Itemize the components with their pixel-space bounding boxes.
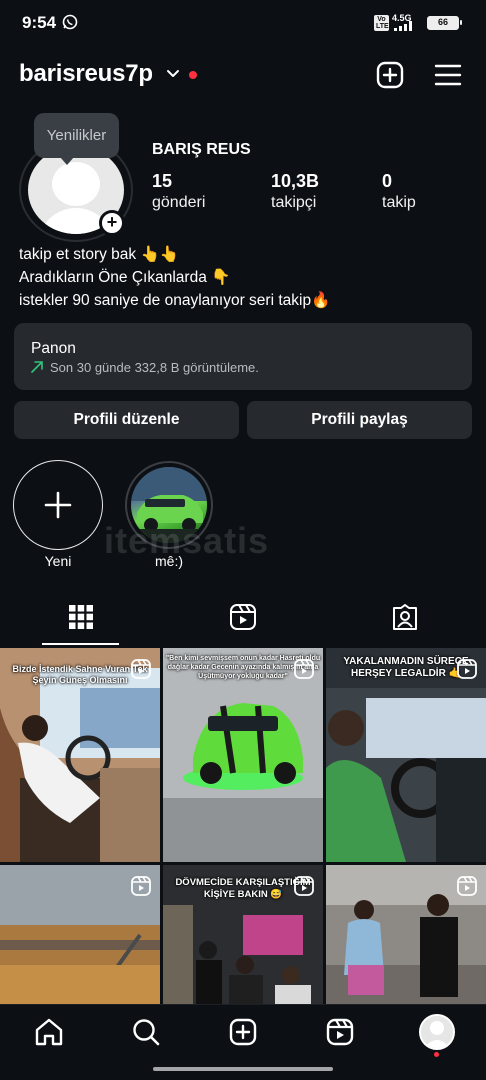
display-name: BARIŞ REUS: [152, 141, 251, 158]
whatsapp-icon: [62, 14, 78, 30]
following-count[interactable]: 0: [382, 171, 392, 192]
watermark: itemsatis: [104, 520, 270, 561]
following-label[interactable]: takip: [382, 194, 416, 212]
post-thumbnail[interactable]: DÖVMECİDE KARŞILAŞTIĞIM KİŞİYE BAKIN 😅: [163, 865, 323, 1005]
status-time: 9:54: [22, 13, 57, 32]
profile-username[interactable]: barisreus7p: [19, 60, 153, 88]
home-icon[interactable]: [34, 1017, 64, 1047]
share-profile-button[interactable]: Profili paylaş: [247, 401, 472, 439]
profile-avatar[interactable]: [419, 1014, 455, 1050]
plus-icon: [44, 491, 72, 519]
search-icon[interactable]: [131, 1017, 161, 1047]
notification-dot: [189, 71, 197, 79]
notification-dot: [434, 1052, 439, 1057]
create-icon[interactable]: [228, 1017, 258, 1047]
signal-icon: [394, 21, 412, 31]
grid-icon[interactable]: [67, 603, 95, 631]
trend-up-arrow-icon: [31, 361, 43, 373]
add-story-icon[interactable]: +: [99, 210, 125, 236]
bio-line: takip et story bak 👆👆: [19, 246, 180, 263]
reels-icon[interactable]: [229, 603, 257, 631]
home-indicator: [153, 1067, 333, 1071]
reel-badge-icon: [294, 876, 314, 896]
bio-line: istekler 90 saniye de onaylanıyor seri t…: [19, 292, 331, 309]
bio-line: Aradıkların Öne Çıkanlarda 👇: [19, 269, 231, 286]
reels-nav-icon[interactable]: [325, 1017, 355, 1047]
hamburger-menu-icon[interactable]: [434, 62, 462, 88]
dashboard-subtitle: Son 30 günde 332,8 B görüntüleme.: [50, 360, 259, 375]
reel-badge-icon: [131, 876, 151, 896]
professional-dashboard[interactable]: [14, 323, 472, 390]
post-thumbnail[interactable]: Bizde İstendik Sahne Vuran Tek Şeyin Gün…: [0, 648, 160, 862]
reel-badge-icon: [294, 659, 314, 679]
followers-label[interactable]: takipçi: [271, 194, 316, 212]
create-plus-icon[interactable]: [376, 61, 404, 89]
followers-count[interactable]: 10,3B: [271, 171, 319, 192]
edit-profile-button[interactable]: Profili düzenle: [14, 401, 239, 439]
volte-badge: Vo LTE: [374, 15, 389, 31]
reel-badge-icon: [457, 659, 477, 679]
reel-badge-icon: [457, 876, 477, 896]
battery-icon: 66: [427, 16, 462, 30]
tagged-icon[interactable]: [391, 603, 419, 631]
active-tab-indicator: [42, 643, 119, 645]
post-thumbnail[interactable]: [326, 865, 486, 1005]
post-thumbnail[interactable]: "Ben kimi sevmişsem onun kadar Hasreti o…: [163, 648, 323, 862]
reel-badge-icon: [131, 659, 151, 679]
highlight-label: Yeni: [44, 553, 72, 569]
post-thumbnail[interactable]: [0, 865, 160, 1005]
dashboard-title: Panon: [31, 340, 76, 357]
post-thumbnail[interactable]: YAKALANMADIN SÜRECE HERŞEY LEGALDİR 🤙: [326, 648, 486, 862]
posts-label[interactable]: gönderi: [152, 194, 205, 212]
posts-count[interactable]: 15: [152, 171, 172, 192]
notes-tooltip[interactable]: Yenilikler: [34, 113, 119, 165]
chevron-down-icon[interactable]: [166, 68, 180, 80]
